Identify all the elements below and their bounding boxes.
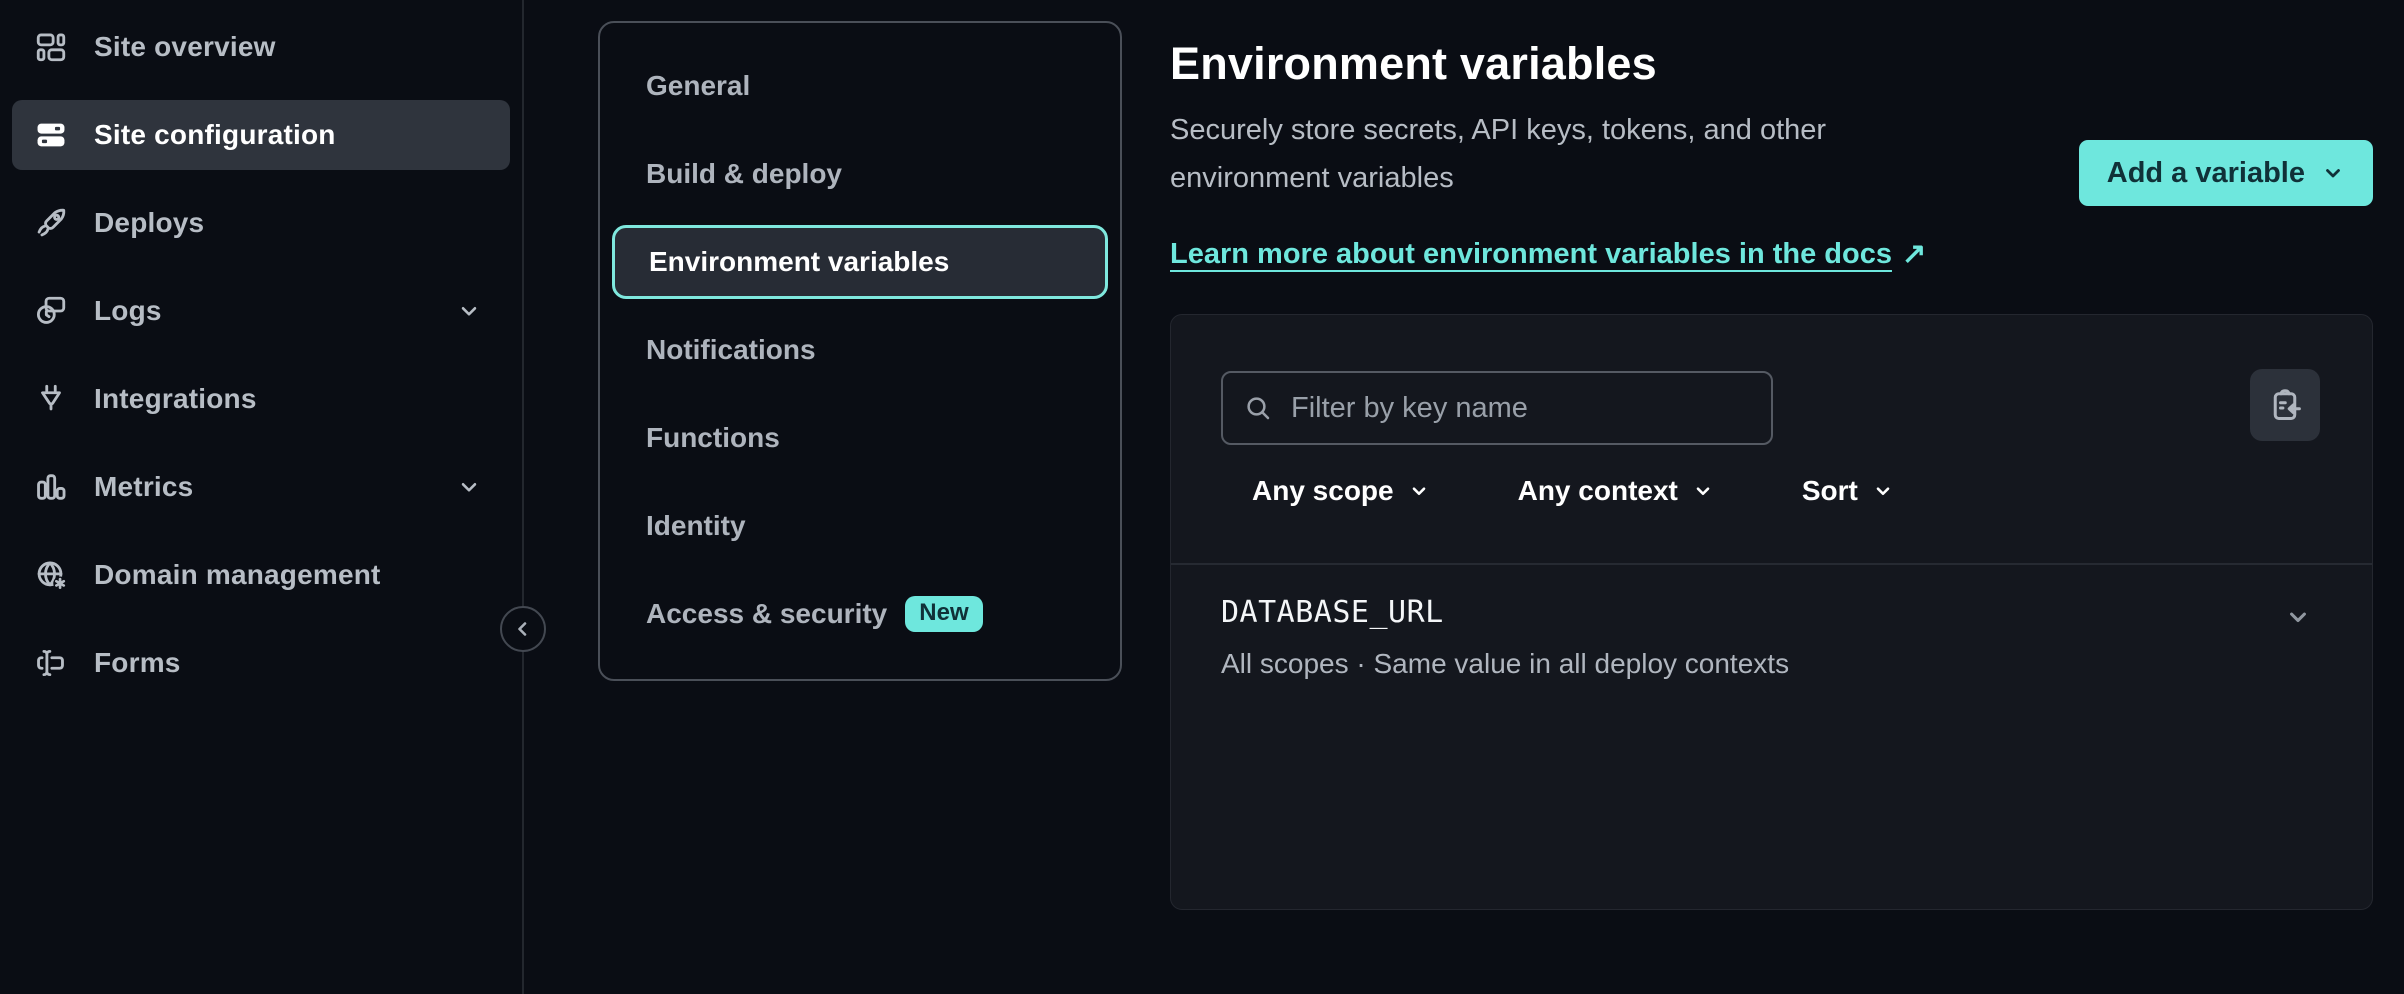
search-icon — [1243, 393, 1273, 423]
filter-key-search[interactable] — [1221, 371, 1773, 445]
filter-key-input[interactable] — [1289, 391, 1751, 426]
site-sidebar: Site overview Site configuration — [0, 0, 524, 994]
docs-link-text: Learn more about environment variables i… — [1170, 238, 1892, 270]
config-nav-environment-variables[interactable]: Environment variables — [612, 225, 1108, 299]
env-variable-meta: All scopes · Same value in all deploy co… — [1221, 648, 2322, 680]
chevron-down-icon — [1872, 480, 1894, 502]
filter-any-scope[interactable]: Any scope — [1252, 475, 1430, 507]
sidebar-item-forms[interactable]: Forms — [12, 628, 510, 698]
sidebar-item-site-configuration[interactable]: Site configuration — [12, 100, 510, 170]
env-variable-row[interactable]: DATABASE_URL All scopes · Same value in … — [1171, 565, 2372, 680]
rocket-icon — [34, 206, 68, 240]
env-variable-key: DATABASE_URL — [1221, 595, 2322, 630]
bar-chart-icon — [34, 470, 68, 504]
sidebar-collapse-button[interactable] — [500, 606, 546, 652]
env-panel-toolbar: Any scope Any context Sort — [1171, 315, 2372, 507]
logs-clock-icon — [34, 294, 68, 328]
page-description: Securely store secrets, API keys, tokens… — [1170, 106, 1910, 202]
filter-any-context[interactable]: Any context — [1518, 475, 1714, 507]
add-variable-button[interactable]: Add a variable — [2079, 140, 2373, 206]
server-stack-icon — [34, 118, 68, 152]
globe-icon — [34, 558, 68, 592]
config-nav-access-security[interactable]: Access & security New — [612, 577, 1108, 651]
config-nav-general[interactable]: General — [612, 49, 1108, 123]
page-title: Environment variables — [1170, 38, 1926, 90]
chevron-down-icon — [1408, 480, 1430, 502]
import-env-button[interactable] — [2250, 369, 2320, 441]
config-nav-functions[interactable]: Functions — [612, 401, 1108, 475]
config-nav-card: General Build & deploy Environment varia… — [598, 21, 1122, 681]
filter-any-scope-label: Any scope — [1252, 475, 1394, 507]
config-nav-build-deploy[interactable]: Build & deploy — [612, 137, 1108, 211]
filter-any-context-label: Any context — [1518, 475, 1678, 507]
sidebar-item-domain-management[interactable]: Domain management — [12, 540, 510, 610]
sidebar-item-deploys[interactable]: Deploys — [12, 188, 510, 258]
add-variable-button-label: Add a variable — [2107, 157, 2305, 190]
env-filters-row: Any scope Any context Sort — [1221, 475, 2322, 507]
sidebar-item-label: Site overview — [94, 31, 276, 63]
sidebar-item-label: Site configuration — [94, 119, 336, 151]
external-link-arrow-icon: ↗ — [1902, 230, 1926, 278]
main-content: Environment variables Securely store sec… — [1122, 0, 2404, 994]
sidebar-item-site-overview[interactable]: Site overview — [12, 12, 510, 82]
sidebar-item-label: Deploys — [94, 207, 204, 239]
form-field-icon — [34, 646, 68, 680]
sidebar-item-metrics[interactable]: Metrics — [12, 452, 510, 522]
sidebar-item-integrations[interactable]: Integrations — [12, 364, 510, 434]
main-header: Environment variables Securely store sec… — [1170, 38, 2373, 278]
dashboard-icon — [34, 30, 68, 64]
chevron-left-icon — [511, 617, 535, 641]
chevron-down-icon — [1692, 480, 1714, 502]
sidebar-item-label: Forms — [94, 647, 181, 679]
chevron-down-icon — [2321, 161, 2345, 185]
header-text-block: Environment variables Securely store sec… — [1170, 38, 1926, 278]
new-badge: New — [905, 596, 982, 632]
import-env-icon — [2267, 387, 2303, 423]
config-nav-column: General Build & deploy Environment varia… — [598, 0, 1122, 994]
chevron-down-icon[interactable] — [456, 474, 482, 500]
filter-sort-label: Sort — [1802, 475, 1858, 507]
chevron-down-icon[interactable] — [456, 298, 482, 324]
sidebar-item-label: Logs — [94, 295, 162, 327]
config-nav-access-security-label: Access & security — [646, 598, 887, 630]
filter-sort[interactable]: Sort — [1802, 475, 1894, 507]
chevron-down-icon[interactable] — [2284, 603, 2312, 631]
sidebar-item-label: Metrics — [94, 471, 193, 503]
sidebar-item-label: Domain management — [94, 559, 381, 591]
env-variables-panel: Any scope Any context Sort — [1170, 314, 2373, 910]
plug-icon — [34, 382, 68, 416]
config-nav-identity[interactable]: Identity — [612, 489, 1108, 563]
app-root: Site overview Site configuration — [0, 0, 2404, 994]
sidebar-item-label: Integrations — [94, 383, 257, 415]
config-nav-notifications[interactable]: Notifications — [612, 313, 1108, 387]
docs-link[interactable]: Learn more about environment variables i… — [1170, 230, 1926, 278]
sidebar-item-logs[interactable]: Logs — [12, 276, 510, 346]
